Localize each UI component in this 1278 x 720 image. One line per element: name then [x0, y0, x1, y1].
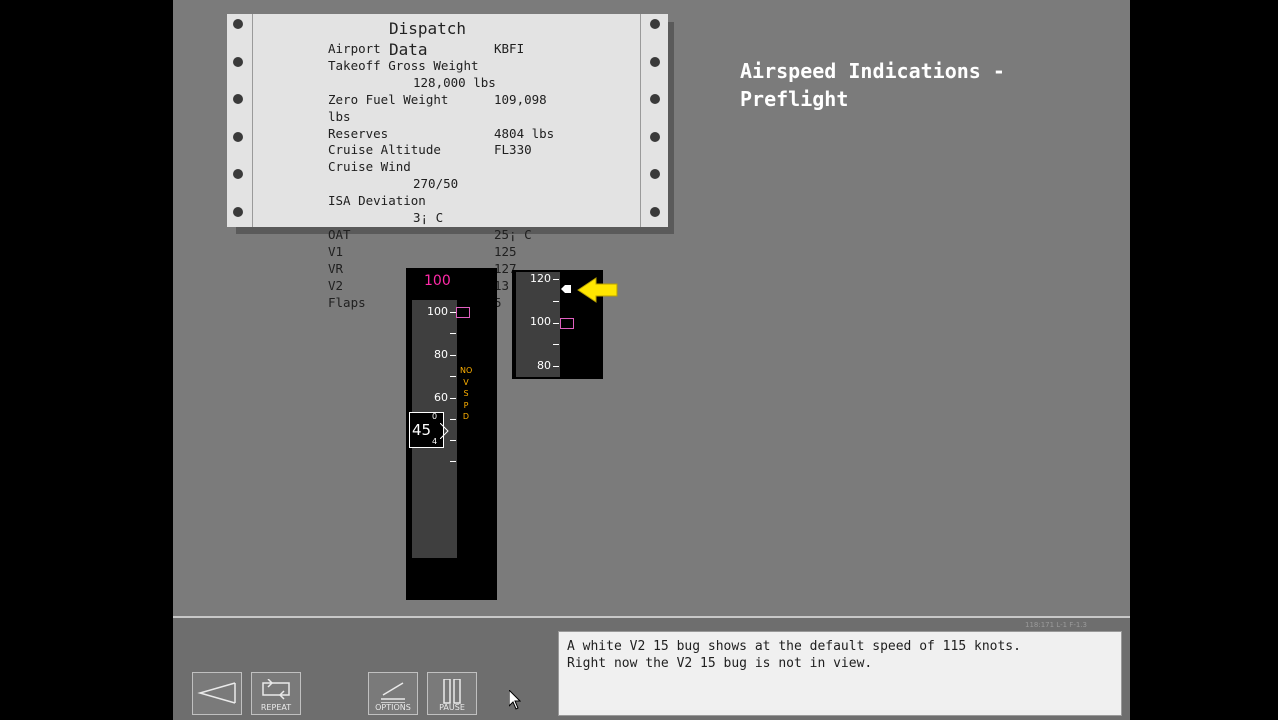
no-vspd-text: S — [463, 389, 469, 398]
options-icon — [381, 682, 405, 703]
dispatch-row-label: Zero Fuel Weight — [328, 91, 449, 107]
narration-line: Right now the V2 15 bug is not in view. — [567, 656, 873, 671]
repeat-button[interactable]: REPEAT — [251, 672, 301, 715]
readout-digit-top: 0 — [432, 412, 438, 421]
punch-hole — [650, 94, 660, 104]
tick-mark — [450, 376, 456, 377]
selected-speed: 100 — [424, 273, 451, 289]
tick-mark — [553, 323, 559, 324]
tick-mark — [450, 398, 456, 399]
narration-box: A white V2 15 bug shows at the default s… — [558, 631, 1122, 716]
punch-hole — [650, 207, 660, 217]
punch-hole — [650, 19, 660, 29]
tick-label: 100 — [427, 305, 448, 318]
tick-mark — [450, 355, 456, 356]
back-arrow-icon — [197, 682, 236, 704]
dispatch-row-label: ISA Deviation — [328, 193, 426, 209]
slide-title: Airspeed Indications - Preflight — [740, 57, 1100, 113]
page-id: 118:171 L-1 F-1.3 — [1025, 621, 1087, 629]
card-title: Dispatch — [389, 19, 467, 38]
dispatch-row-label: Reserves — [328, 125, 389, 141]
punch-hole — [233, 57, 243, 67]
tick-label: 100 — [530, 315, 551, 328]
tick-mark — [450, 461, 456, 462]
readout-digit-bottom: 4 — [432, 437, 438, 446]
punch-hole — [233, 169, 243, 179]
punch-hole — [650, 57, 660, 67]
tick-label: 120 — [530, 272, 551, 285]
readout-pointer-icon — [440, 423, 449, 439]
slide-title-line2: Preflight — [740, 87, 849, 111]
dispatch-row-value: 125 — [494, 243, 517, 259]
card-right-strip — [640, 14, 668, 227]
no-vspd-text: D — [462, 412, 470, 421]
current-speed-value: 45 — [412, 421, 432, 439]
punch-hole — [650, 132, 660, 142]
speed-bug-magenta — [456, 307, 470, 318]
dispatch-row-value: 109,098 — [494, 91, 547, 107]
repeat-label: REPEAT — [260, 703, 292, 712]
options-label: OPTIONS — [375, 703, 411, 712]
v2-15-bug-icon — [561, 285, 571, 293]
narration-line: A white V2 15 bug shows at the default s… — [567, 639, 1021, 654]
dispatch-row-label: V1 — [328, 243, 344, 259]
punch-hole — [233, 19, 243, 29]
no-vspd-text: P — [463, 400, 469, 410]
dispatch-row-label: OAT — [328, 226, 351, 242]
no-vspd-text: V — [463, 377, 469, 387]
dispatch-row-value: 270/50 — [413, 176, 459, 192]
current-speed-readout: 45 0 4 — [409, 412, 444, 448]
tick-mark — [450, 333, 456, 334]
dispatch-row-label: Cruise Wind — [328, 159, 411, 175]
dispatch-row-label: VR — [328, 260, 344, 276]
pointer-arrow-icon — [577, 277, 618, 303]
dispatch-row-label: Flaps — [328, 294, 366, 310]
dispatch-row-label: Airport — [328, 41, 381, 56]
dispatch-row-value: KBFI — [494, 41, 525, 56]
card-left-strip — [227, 14, 253, 227]
tick-label: 60 — [434, 391, 448, 404]
tick-mark — [450, 440, 456, 441]
card-subtitle: Data — [389, 40, 428, 59]
punch-hole — [650, 169, 660, 179]
dispatch-row-label: lbs — [328, 108, 351, 124]
dispatch-row-label: V2 — [328, 277, 344, 293]
tick-mark — [450, 419, 456, 420]
tick-mark — [553, 366, 559, 367]
dispatch-row-value: 128,000 lbs — [413, 74, 496, 90]
pause-label: PAUSE — [439, 703, 465, 712]
slide-title-line1: Airspeed Indications - — [740, 59, 1005, 83]
tick-label: 80 — [537, 359, 551, 372]
dispatch-row-value: 4804 lbs — [494, 125, 555, 141]
punch-hole — [233, 207, 243, 217]
pause-button[interactable]: PAUSE — [427, 672, 477, 715]
repeat-icon — [262, 679, 290, 700]
dispatch-row-value: 25¡ C — [494, 226, 532, 242]
dispatch-row-value: 3¡ C — [413, 210, 444, 225]
options-button[interactable]: OPTIONS — [368, 672, 418, 715]
speed-bug-magenta — [560, 318, 574, 329]
no-vspd-flag: NO V S P D — [460, 365, 472, 423]
tick-mark — [553, 301, 559, 302]
pause-icon — [443, 679, 461, 704]
punch-hole — [233, 94, 243, 104]
dispatch-row-label: Cruise Altitude — [328, 142, 441, 158]
tick-label: 80 — [434, 348, 448, 361]
mouse-cursor-icon — [509, 690, 521, 710]
punch-hole — [233, 132, 243, 142]
back-button[interactable] — [192, 672, 242, 715]
tick-mark — [553, 344, 559, 345]
tick-mark — [553, 279, 559, 280]
no-vspd-text: NO — [460, 366, 473, 375]
dispatch-row-label: Takeoff Gross Weight — [328, 57, 479, 73]
dispatch-row-value: FL330 — [494, 142, 532, 158]
dispatch-card: Dispatch Data — [227, 14, 668, 227]
